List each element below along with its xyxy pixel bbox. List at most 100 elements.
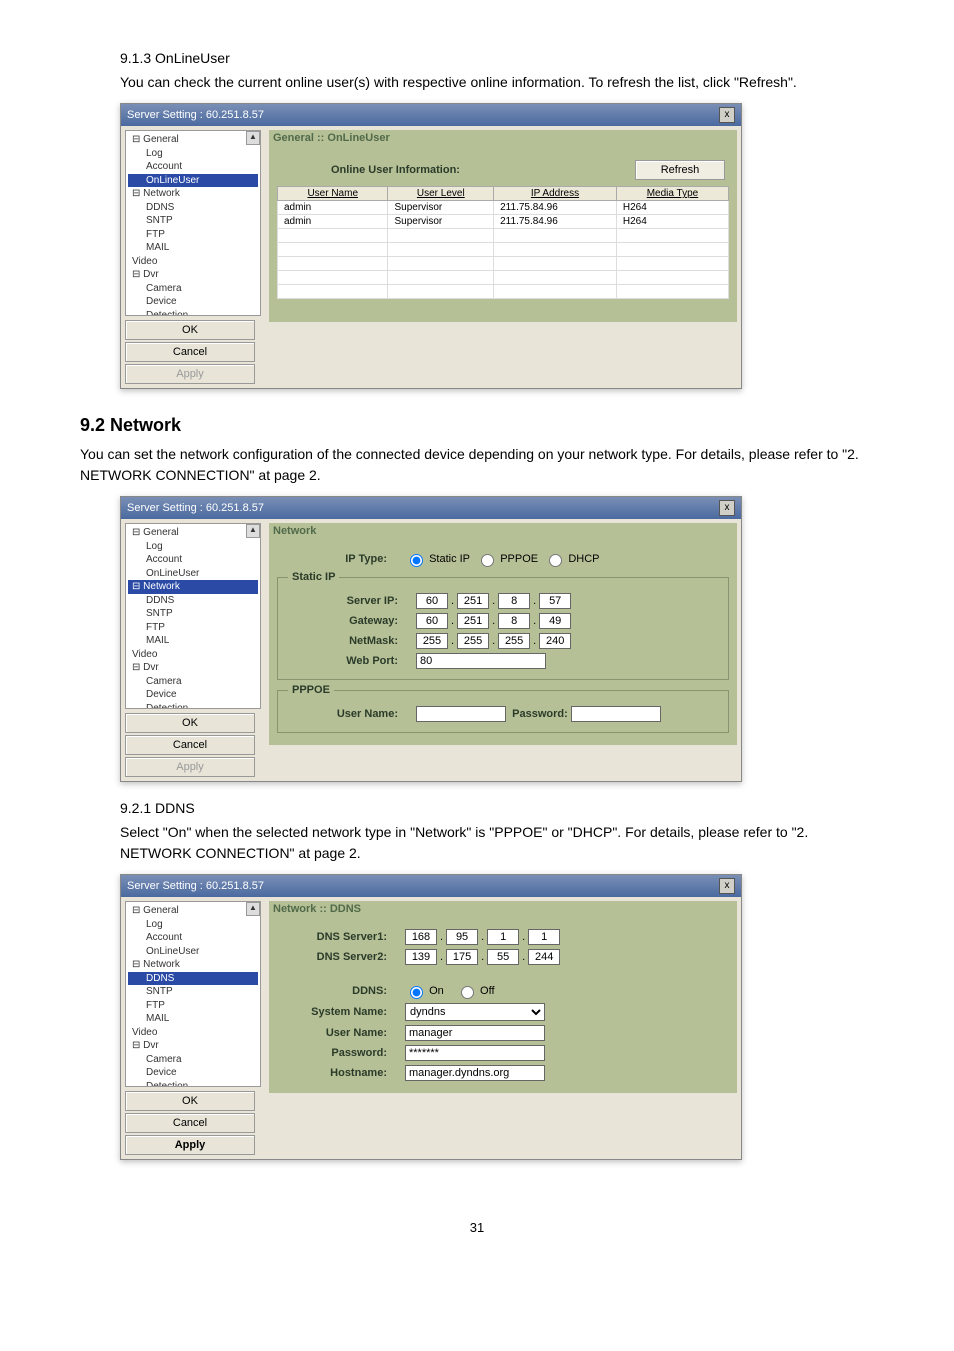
- ddns-username-input[interactable]: [405, 1025, 545, 1041]
- apply-button[interactable]: Apply: [125, 757, 255, 777]
- tree-dvr[interactable]: ⊟ Dvr: [128, 661, 258, 675]
- refresh-button[interactable]: Refresh: [635, 160, 725, 180]
- tree-device[interactable]: Device: [128, 688, 258, 702]
- nav-tree[interactable]: ▲ ⊟ General Log Account OnLineUser ⊟ Net…: [125, 901, 261, 1087]
- hostname-input[interactable]: [405, 1065, 545, 1081]
- tree-log[interactable]: Log: [128, 918, 258, 932]
- nav-tree[interactable]: ▲ ⊟ General Log Account OnLineUser ⊟ Net…: [125, 130, 261, 316]
- close-icon[interactable]: x: [719, 500, 735, 516]
- server-ip-input[interactable]: . . .: [416, 593, 571, 609]
- window-titlebar: Server Setting : 60.251.8.57 x: [121, 497, 741, 519]
- webport-input[interactable]: [416, 653, 546, 669]
- gateway-input[interactable]: . . .: [416, 613, 571, 629]
- tree-log[interactable]: Log: [128, 147, 258, 161]
- tree-dvr[interactable]: ⊟ Dvr: [128, 268, 258, 282]
- online-info-label: Online User Information:: [281, 164, 460, 176]
- tree-ftp[interactable]: FTP: [128, 621, 258, 635]
- radio-static-ip[interactable]: Static IP: [405, 551, 470, 567]
- scroll-up-icon[interactable]: ▲: [246, 902, 260, 916]
- radio-ddns-on[interactable]: On: [405, 983, 444, 999]
- tree-video[interactable]: Video: [128, 255, 258, 269]
- cancel-button[interactable]: Cancel: [125, 1113, 255, 1133]
- tree-device[interactable]: Device: [128, 295, 258, 309]
- scroll-up-icon[interactable]: ▲: [246, 131, 260, 145]
- tree-detection[interactable]: Detection: [128, 1080, 258, 1088]
- apply-button[interactable]: Apply: [125, 364, 255, 384]
- pppoe-username-input[interactable]: [416, 706, 506, 722]
- window-title: Server Setting : 60.251.8.57: [127, 880, 719, 892]
- table-row[interactable]: [278, 285, 729, 299]
- dns2-label: DNS Server2:: [277, 951, 405, 963]
- pppoe-password-input[interactable]: [571, 706, 661, 722]
- tree-mail[interactable]: MAIL: [128, 634, 258, 648]
- netmask-label: NetMask:: [288, 635, 416, 647]
- tree-onlineuser[interactable]: OnLineUser: [128, 174, 258, 188]
- tree-network[interactable]: ⊟ Network: [128, 580, 258, 594]
- ddns-password-input[interactable]: [405, 1045, 545, 1061]
- ok-button[interactable]: OK: [125, 1091, 255, 1111]
- tree-network[interactable]: ⊟ Network: [128, 958, 258, 972]
- th-user[interactable]: User Name: [278, 187, 388, 201]
- onlineuser-dialog: Server Setting : 60.251.8.57 x ▲ ⊟ Gener…: [120, 103, 742, 389]
- tree-onlineuser[interactable]: OnLineUser: [128, 567, 258, 581]
- tree-detection[interactable]: Detection: [128, 702, 258, 710]
- scroll-up-icon[interactable]: ▲: [246, 524, 260, 538]
- tree-mail[interactable]: MAIL: [128, 241, 258, 255]
- tree-onlineuser[interactable]: OnLineUser: [128, 945, 258, 959]
- tree-dvr[interactable]: ⊟ Dvr: [128, 1039, 258, 1053]
- tree-ddns[interactable]: DDNS: [128, 972, 258, 986]
- table-row[interactable]: [278, 229, 729, 243]
- th-level[interactable]: User Level: [388, 187, 494, 201]
- tree-account[interactable]: Account: [128, 553, 258, 567]
- webport-label: Web Port:: [288, 655, 416, 667]
- tree-detection[interactable]: Detection: [128, 309, 258, 317]
- apply-button[interactable]: Apply: [125, 1135, 255, 1155]
- panel-head: Network: [269, 523, 737, 539]
- tree-account[interactable]: Account: [128, 160, 258, 174]
- table-row[interactable]: [278, 257, 729, 271]
- tree-camera[interactable]: Camera: [128, 282, 258, 296]
- nav-tree[interactable]: ▲ ⊟ General Log Account OnLineUser ⊟ Net…: [125, 523, 261, 709]
- tree-general[interactable]: ⊟ General: [128, 133, 258, 147]
- tree-video[interactable]: Video: [128, 648, 258, 662]
- tree-sntp[interactable]: SNTP: [128, 985, 258, 999]
- table-row[interactable]: [278, 271, 729, 285]
- system-name-select[interactable]: dyndns: [405, 1003, 545, 1021]
- table-row[interactable]: [278, 243, 729, 257]
- dns2-input[interactable]: . . .: [405, 949, 560, 965]
- tree-network[interactable]: ⊟ Network: [128, 187, 258, 201]
- tree-device[interactable]: Device: [128, 1066, 258, 1080]
- tree-mail[interactable]: MAIL: [128, 1012, 258, 1026]
- radio-pppoe[interactable]: PPPOE: [476, 551, 538, 567]
- netmask-input[interactable]: . . .: [416, 633, 571, 649]
- tree-log[interactable]: Log: [128, 540, 258, 554]
- ok-button[interactable]: OK: [125, 320, 255, 340]
- tree-ddns[interactable]: DDNS: [128, 594, 258, 608]
- table-row[interactable]: admin Supervisor 211.75.84.96 H264: [278, 215, 729, 229]
- close-icon[interactable]: x: [719, 107, 735, 123]
- ok-button[interactable]: OK: [125, 713, 255, 733]
- radio-dhcp[interactable]: DHCP: [544, 551, 599, 567]
- tree-sntp[interactable]: SNTP: [128, 214, 258, 228]
- tree-camera[interactable]: Camera: [128, 1053, 258, 1067]
- th-media[interactable]: Media Type: [616, 187, 728, 201]
- gateway-label: Gateway:: [288, 615, 416, 627]
- tree-camera[interactable]: Camera: [128, 675, 258, 689]
- close-icon[interactable]: x: [719, 878, 735, 894]
- tree-ftp[interactable]: FTP: [128, 228, 258, 242]
- cancel-button[interactable]: Cancel: [125, 342, 255, 362]
- dns1-input[interactable]: . . .: [405, 929, 560, 945]
- cancel-button[interactable]: Cancel: [125, 735, 255, 755]
- tree-general[interactable]: ⊟ General: [128, 904, 258, 918]
- tree-ddns[interactable]: DDNS: [128, 201, 258, 215]
- tree-ftp[interactable]: FTP: [128, 999, 258, 1013]
- ip-type-label: IP Type:: [277, 553, 405, 565]
- ddns-toggle-label: DDNS:: [277, 985, 405, 997]
- table-row[interactable]: admin Supervisor 211.75.84.96 H264: [278, 201, 729, 215]
- tree-sntp[interactable]: SNTP: [128, 607, 258, 621]
- tree-account[interactable]: Account: [128, 931, 258, 945]
- tree-video[interactable]: Video: [128, 1026, 258, 1040]
- th-ip[interactable]: IP Address: [494, 187, 617, 201]
- radio-ddns-off[interactable]: Off: [456, 983, 495, 999]
- tree-general[interactable]: ⊟ General: [128, 526, 258, 540]
